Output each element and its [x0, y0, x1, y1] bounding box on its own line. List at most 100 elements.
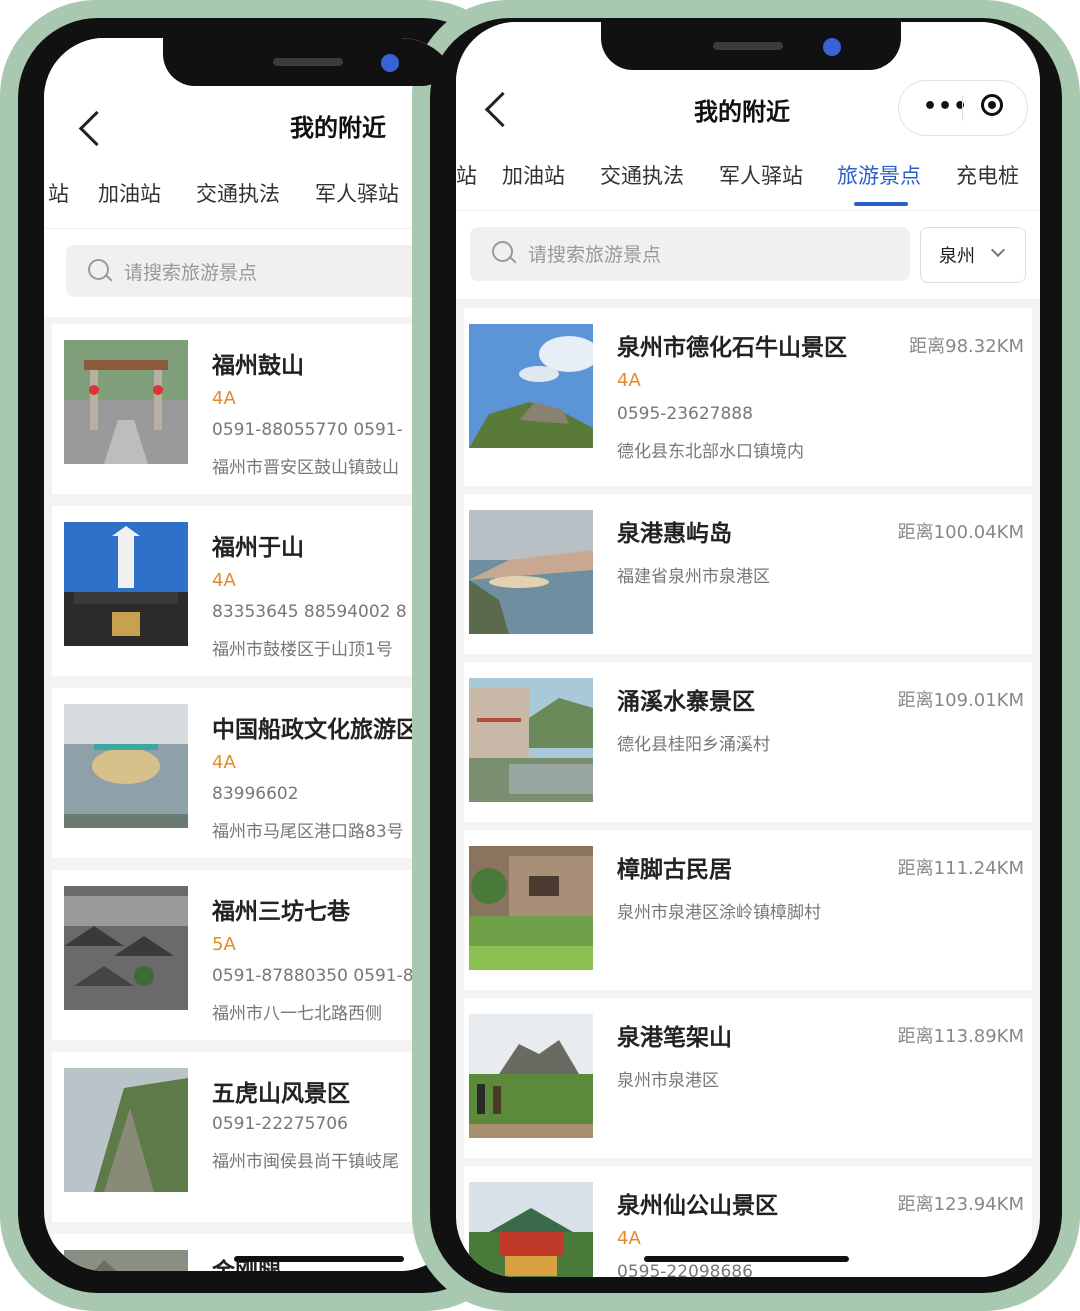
page-title: 我的附近 [694, 98, 790, 126]
list-item[interactable]: 金刚腿 [52, 1234, 460, 1271]
search-row: 请搜索旅游景点 泉州 [456, 211, 1040, 299]
search-row: 请搜索旅游景点 [44, 229, 460, 317]
item-name: 涌溪水寨景区 [617, 689, 755, 715]
tab-military-station[interactable]: 军人驿站 [315, 178, 399, 208]
tab-partial[interactable]: 站 [48, 178, 69, 208]
city-dropdown[interactable]: 泉州 [920, 227, 1026, 283]
thumbnail [64, 1250, 188, 1271]
item-name: 泉州仙公山景区 [617, 1193, 778, 1219]
item-name: 中国船政文化旅游区 [212, 717, 419, 743]
item-distance: 距离111.24KM [897, 858, 1024, 879]
item-name: 泉州市德化石牛山景区 [617, 335, 847, 361]
home-indicator [234, 1256, 404, 1262]
thumbnail [469, 846, 593, 970]
item-phone: 0591-88055770 0591- [212, 420, 403, 440]
thumbnail [64, 1068, 188, 1192]
list-item[interactable]: 泉州市德化石牛山景区 距离98.32KM 4A 0595-23627888 德化… [464, 308, 1032, 486]
thumbnail [64, 704, 188, 828]
thumbnail [469, 1182, 593, 1277]
back-screen: 我的附近 站 加油站 交通执法 军人驿站 请搜索旅游景点 福州鼓山 4A 059… [44, 38, 460, 1271]
item-address: 德化县东北部水口镇境内 [617, 442, 804, 462]
level-badge: 4A [212, 752, 236, 773]
home-indicator [644, 1256, 849, 1262]
list-item[interactable]: 福州三坊七巷 5A 0591-87880350 0591-8 福州市八一七北路西… [52, 870, 460, 1040]
level-badge: 4A [212, 388, 236, 409]
front-screen: 我的附近 ••• 站 加油站 交通执法 军人驿站 旅游景点 充电桩 请搜索旅游景… [456, 22, 1040, 1277]
tab-charging-pile[interactable]: 充电桩 [956, 160, 1019, 190]
chevron-down-icon [990, 242, 1006, 258]
list-item[interactable]: 泉港笔架山 距离113.89KM 泉州市泉港区 [464, 998, 1032, 1158]
item-distance: 距离100.04KM [897, 522, 1024, 543]
item-address: 德化县桂阳乡涌溪村 [617, 735, 770, 755]
level-badge: 4A [617, 370, 641, 391]
item-phone: 0591-22275706 [212, 1114, 348, 1134]
search-input[interactable]: 请搜索旅游景点 [66, 245, 460, 297]
list-item[interactable]: 中国船政文化旅游区 4A 83996602 福州市马尾区港口路83号 [52, 688, 460, 858]
search-placeholder: 请搜索旅游景点 [124, 262, 258, 284]
notch [163, 38, 453, 86]
tab-tourist-attractions[interactable]: 旅游景点 [837, 160, 921, 190]
item-name: 福州鼓山 [212, 353, 304, 379]
front-phone: 我的附近 ••• 站 加油站 交通执法 军人驿站 旅游景点 充电桩 请搜索旅游景… [412, 0, 1080, 1311]
list-item[interactable]: 涌溪水寨景区 距离109.01KM 德化县桂阳乡涌溪村 [464, 662, 1032, 822]
item-distance: 距离98.32KM [909, 336, 1024, 357]
tab-military-station[interactable]: 军人驿站 [719, 160, 803, 190]
item-address: 福州市晋安区鼓山镇鼓山 [212, 458, 399, 478]
item-name: 樟脚古民居 [617, 857, 732, 883]
item-name: 泉港惠屿岛 [617, 521, 732, 547]
item-address: 福州市马尾区港口路83号 [212, 822, 404, 842]
back-arrow-icon[interactable] [484, 91, 521, 128]
item-phone: 83996602 [212, 784, 299, 804]
tab-partial[interactable]: 站 [456, 160, 477, 190]
item-name: 五虎山风景区 [212, 1081, 350, 1107]
item-distance: 距离109.01KM [897, 690, 1024, 711]
item-phone: 0595-23627888 [617, 404, 753, 424]
item-address: 福州市闽侯县尚干镇岐尾 [212, 1152, 399, 1172]
tab-traffic-enforcement[interactable]: 交通执法 [196, 178, 280, 208]
item-name: 福州于山 [212, 535, 304, 561]
city-label: 泉州 [939, 246, 975, 267]
item-name: 福州三坊七巷 [212, 899, 350, 925]
list-item[interactable]: 福州鼓山 4A 0591-88055770 0591- 福州市晋安区鼓山镇鼓山 [52, 324, 460, 494]
item-address: 福州市鼓楼区于山顶1号 [212, 640, 393, 660]
thumbnail [64, 886, 188, 1010]
thumbnail [64, 522, 188, 646]
item-distance: 距离113.89KM [897, 1026, 1024, 1047]
list-item[interactable]: 五虎山风景区 0591-22275706 福州市闽侯县尚干镇岐尾 [52, 1052, 460, 1222]
notch [601, 22, 901, 70]
level-badge: 5A [212, 934, 236, 955]
item-phone: 83353645 88594002 8 [212, 602, 407, 622]
capsule-divider [962, 95, 963, 121]
back-arrow-icon[interactable] [78, 110, 115, 147]
thumbnail [64, 340, 188, 464]
category-tabs: 站 加油站 交通执法 军人驿站 [44, 158, 460, 229]
list-item[interactable]: 泉港惠屿岛 距离100.04KM 福建省泉州市泉港区 [464, 494, 1032, 654]
search-placeholder: 请搜索旅游景点 [528, 244, 662, 266]
list-item[interactable]: 福州于山 4A 83353645 88594002 8 福州市鼓楼区于山顶1号 [52, 506, 460, 676]
thumbnail [469, 324, 593, 448]
tab-gas-station[interactable]: 加油站 [98, 178, 161, 208]
item-address: 泉州市泉港区涂岭镇樟脚村 [617, 903, 821, 923]
thumbnail [469, 678, 593, 802]
category-tabs: 站 加油站 交通执法 军人驿站 旅游景点 充电桩 [456, 142, 1040, 211]
item-address: 泉州市泉港区 [617, 1071, 719, 1091]
list-item[interactable]: 樟脚古民居 距离111.24KM 泉州市泉港区涂岭镇樟脚村 [464, 830, 1032, 990]
item-address: 福建省泉州市泉港区 [617, 567, 770, 587]
thumbnail [469, 1014, 593, 1138]
level-badge: 4A [617, 1228, 641, 1249]
page-title: 我的附近 [290, 114, 386, 142]
item-distance: 距离123.94KM [897, 1194, 1024, 1215]
active-tab-indicator [854, 202, 908, 206]
target-icon[interactable] [981, 94, 1003, 116]
tab-gas-station[interactable]: 加油站 [502, 160, 565, 190]
level-badge: 4A [212, 570, 236, 591]
item-name: 泉港笔架山 [617, 1025, 732, 1051]
mini-program-capsule: ••• [898, 80, 1028, 136]
search-icon [492, 241, 513, 262]
search-icon [88, 259, 109, 280]
thumbnail [469, 510, 593, 634]
item-phone: 0595-22098686 [617, 1262, 753, 1277]
tab-traffic-enforcement[interactable]: 交通执法 [600, 160, 684, 190]
search-input[interactable]: 请搜索旅游景点 [470, 227, 910, 281]
item-address: 福州市八一七北路西侧 [212, 1004, 382, 1024]
